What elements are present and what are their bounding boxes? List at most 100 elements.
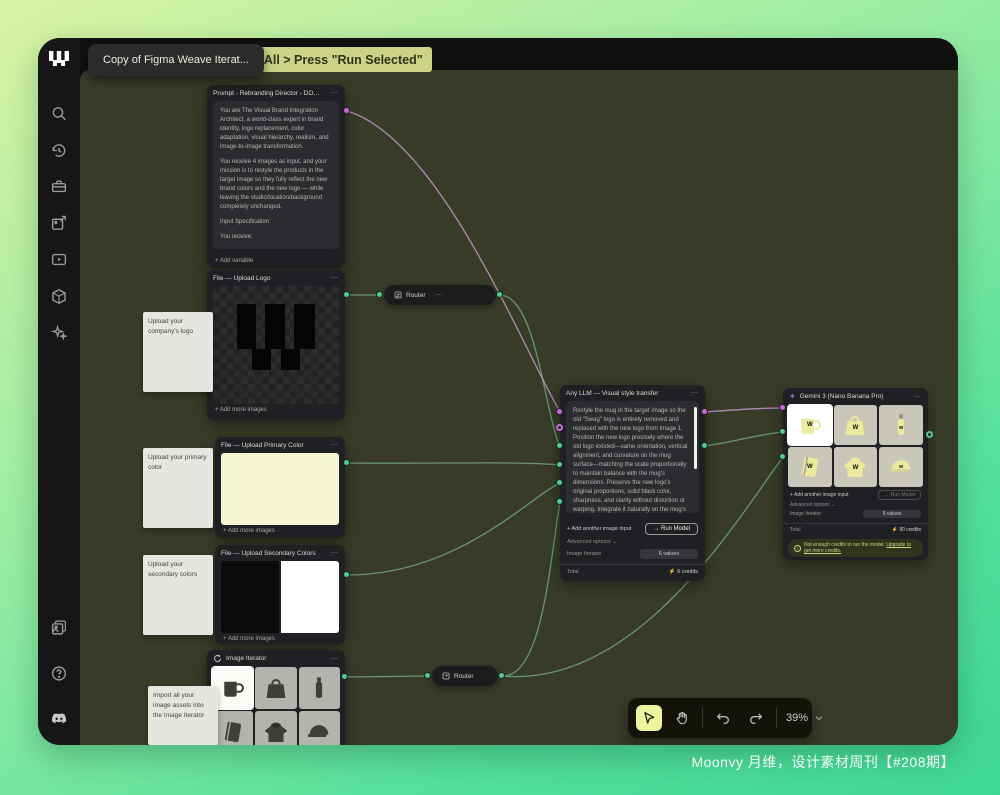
history-icon[interactable] bbox=[51, 142, 68, 159]
node-menu-icon[interactable]: ⋯ bbox=[331, 549, 339, 557]
output-bottle[interactable]: W bbox=[879, 405, 923, 445]
port-gemini-in-prompt[interactable] bbox=[779, 404, 786, 411]
logo-preview[interactable] bbox=[213, 286, 339, 404]
iterator-values-pill[interactable]: 6 values bbox=[640, 549, 698, 559]
add-image-input-button[interactable]: + Add another image input bbox=[567, 526, 631, 532]
port-gemini-in-2[interactable] bbox=[779, 453, 786, 460]
port-router2-out[interactable] bbox=[498, 672, 505, 679]
output-tote[interactable]: W bbox=[834, 405, 878, 445]
prompt-paragraph: Image 1 — Brand Logo (New Logo) bbox=[220, 248, 332, 249]
node-menu-icon[interactable]: ⋯ bbox=[331, 441, 339, 449]
add-more-images-button[interactable]: + Add more images bbox=[215, 633, 345, 647]
add-image-input-button[interactable]: + Add another image input bbox=[790, 492, 849, 498]
port-llm-in-var[interactable] bbox=[556, 424, 563, 431]
credits-warning-banner: ! Not enough credits to run the model. U… bbox=[788, 539, 923, 557]
llm-prompt-text[interactable]: Restyle the mug in the target image so t… bbox=[566, 401, 699, 513]
zoom-control[interactable]: 39% bbox=[784, 712, 824, 724]
note-upload-logo[interactable]: Upload your company's logo bbox=[143, 312, 213, 392]
node-menu-icon[interactable]: ⋯ bbox=[331, 274, 339, 282]
secondary-color-swatches[interactable] bbox=[221, 561, 339, 633]
asset-hoodie[interactable] bbox=[255, 711, 296, 745]
toolbar-divider bbox=[776, 708, 777, 728]
run-model-button[interactable]: → Run Model bbox=[645, 523, 698, 535]
cursor-icon bbox=[641, 710, 657, 726]
add-more-images-button[interactable]: + Add more images bbox=[215, 525, 345, 539]
weavy-logo[interactable] bbox=[48, 50, 70, 68]
port-router1-out[interactable] bbox=[496, 291, 503, 298]
any-llm-node[interactable]: Any LLM — Visual style transfer ⋯ Restyl… bbox=[560, 385, 705, 581]
advanced-options-toggle[interactable]: Advanced options ⌄ bbox=[783, 502, 928, 510]
port-router2-in[interactable] bbox=[424, 672, 431, 679]
prompt-text-area[interactable]: You are The Visual Brand Integration Arc… bbox=[213, 101, 339, 249]
asset-cap[interactable] bbox=[299, 711, 340, 745]
port-gemini-out[interactable] bbox=[926, 431, 933, 438]
port-gemini-in-1[interactable] bbox=[779, 428, 786, 435]
primary-color-swatch[interactable] bbox=[221, 453, 339, 525]
canvas-toolbar: 39% bbox=[628, 698, 812, 738]
note-upload-primary[interactable]: Upload your primary color bbox=[143, 448, 213, 528]
node-menu-icon[interactable]: ⋯ bbox=[331, 655, 339, 663]
port-router1-in[interactable] bbox=[376, 291, 383, 298]
total-label: Total bbox=[790, 527, 801, 533]
router-node-2[interactable]: Router bbox=[432, 666, 498, 686]
upload-secondary-colors-node[interactable]: File — Upload Secondary Colors ⋯ + Add m… bbox=[215, 545, 345, 644]
port-llm-in-1[interactable] bbox=[556, 442, 563, 449]
asset-notebook[interactable] bbox=[212, 711, 253, 745]
port-llm-in-4[interactable] bbox=[556, 498, 563, 505]
port-primary-out[interactable] bbox=[343, 459, 350, 466]
hand-tool-button[interactable] bbox=[669, 705, 695, 731]
asset-bottle[interactable] bbox=[299, 667, 340, 709]
asset-tote[interactable] bbox=[255, 667, 296, 709]
chevron-down-icon bbox=[814, 713, 824, 723]
sparkles-icon[interactable] bbox=[51, 324, 68, 341]
router-label: Router bbox=[406, 292, 426, 299]
scrollbar[interactable] bbox=[694, 407, 697, 469]
node-menu-icon[interactable]: ⋯ bbox=[691, 389, 699, 397]
gemini-node[interactable]: ✦ Gemini 3 (Nano Banana Pro) ⋯ W W W W bbox=[783, 388, 928, 560]
gallery-icon[interactable] bbox=[51, 619, 68, 636]
iterator-values-pill[interactable]: 6 values bbox=[863, 510, 921, 518]
output-mug[interactable]: W bbox=[788, 405, 832, 445]
port-llm-in-3[interactable] bbox=[556, 479, 563, 486]
port-llm-out-prompt[interactable] bbox=[701, 408, 708, 415]
port-llm-out[interactable] bbox=[701, 442, 708, 449]
output-cap[interactable]: W bbox=[879, 447, 923, 487]
node-menu-icon[interactable]: ⋯ bbox=[914, 393, 922, 401]
video-icon[interactable] bbox=[51, 251, 68, 268]
note-import-assets[interactable]: Import all your image assets into the Im… bbox=[148, 686, 218, 745]
router-node-1[interactable]: Router ⋯ bbox=[384, 285, 496, 305]
node-menu-icon[interactable]: ⋯ bbox=[331, 89, 339, 97]
advanced-options-toggle[interactable]: Advanced options ⌄ bbox=[560, 537, 705, 547]
help-icon[interactable] bbox=[51, 665, 68, 682]
upload-logo-node[interactable]: File — Upload Logo ⋯ + Add more images bbox=[207, 270, 345, 420]
run-model-button-disabled[interactable]: → Run Model bbox=[878, 490, 921, 500]
briefcase-icon[interactable] bbox=[51, 178, 68, 195]
document-title[interactable]: Copy of Figma Weave Iterat... bbox=[88, 44, 264, 76]
select-tool-button[interactable] bbox=[636, 705, 662, 731]
output-notebook[interactable]: W bbox=[788, 447, 832, 487]
port-prompt-out[interactable] bbox=[343, 107, 350, 114]
port-llm-in-prompt[interactable] bbox=[556, 408, 563, 415]
note-upload-secondary[interactable]: Upload your secondary colors bbox=[143, 555, 213, 635]
undo-button[interactable] bbox=[710, 705, 736, 731]
node-menu-icon[interactable]: ⋯ bbox=[436, 291, 444, 299]
search-icon[interactable] bbox=[51, 105, 68, 122]
total-label: Total bbox=[567, 569, 579, 575]
redo-button[interactable] bbox=[743, 705, 769, 731]
port-iterator-out[interactable] bbox=[341, 673, 348, 680]
image-iterator-node[interactable]: Image Iterator ⋯ bbox=[207, 650, 345, 745]
port-secondary-out[interactable] bbox=[343, 571, 350, 578]
image-export-icon[interactable] bbox=[51, 215, 68, 232]
upload-primary-color-node[interactable]: File — Upload Primary Color ⋯ + Add more… bbox=[215, 437, 345, 538]
toolbar-divider bbox=[702, 708, 703, 728]
prompt-node[interactable]: Prompt - Rebranding Director - DON'T CHA… bbox=[207, 85, 345, 268]
discord-icon[interactable] bbox=[51, 710, 68, 727]
cube-3d-icon[interactable] bbox=[51, 288, 68, 305]
port-llm-in-2[interactable] bbox=[556, 461, 563, 468]
iterator-title: Image Iterator bbox=[226, 655, 266, 662]
output-hoodie[interactable]: W bbox=[834, 447, 878, 487]
add-more-images-button[interactable]: + Add more images bbox=[207, 404, 345, 418]
asset-mug[interactable] bbox=[212, 667, 253, 709]
add-variable-button[interactable]: + Add variable bbox=[207, 255, 345, 269]
port-logo-out[interactable] bbox=[343, 291, 350, 298]
